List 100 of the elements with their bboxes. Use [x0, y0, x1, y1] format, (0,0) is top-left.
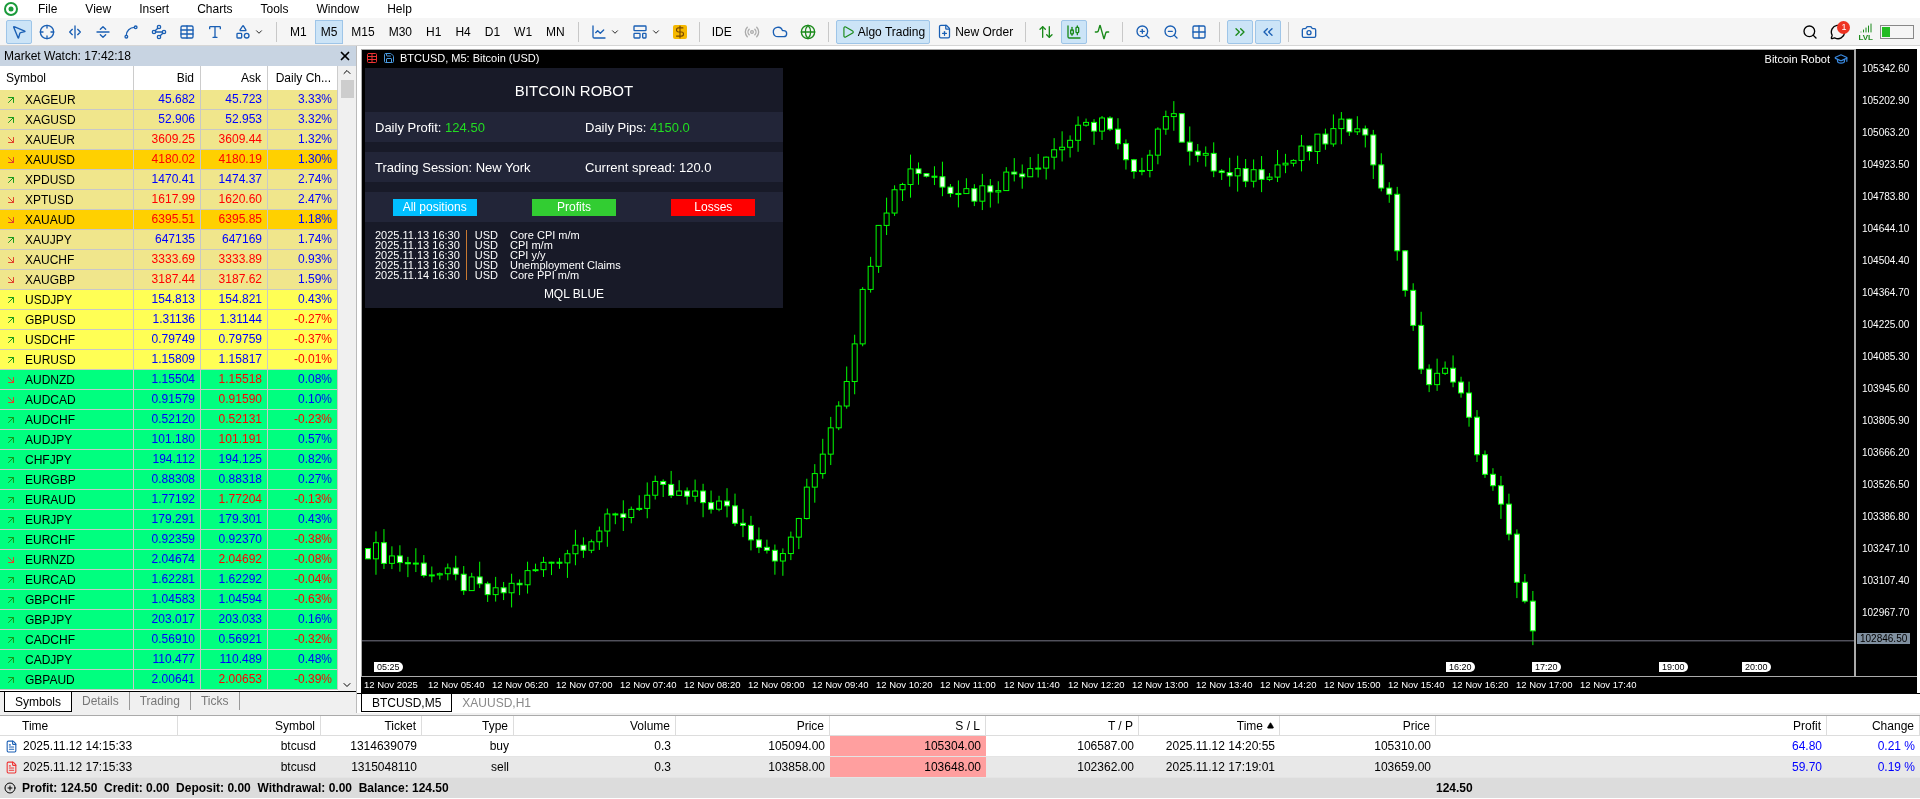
symbol-row[interactable]: XPTUSD 1617.99 1620.60 2.47%: [0, 190, 338, 210]
symbol-row[interactable]: XAGEUR 45.682 45.723 3.33%: [0, 90, 338, 110]
symbol-row[interactable]: XAUCHF 3333.69 3333.89 0.93%: [0, 250, 338, 270]
menu-item[interactable]: View: [71, 0, 126, 18]
news-event: CPI y/y: [510, 250, 547, 260]
menu-item[interactable]: Tools: [246, 0, 303, 18]
ask-price: 1.04594: [201, 590, 268, 609]
panel-tab[interactable]: Ticks: [190, 692, 240, 710]
symbol-name: XAUGBP: [25, 272, 75, 287]
news-event: Core CPI m/m: [510, 230, 581, 240]
new-order-button[interactable]: New Order: [932, 19, 1019, 44]
symbol-row[interactable]: EURNZD 2.04674 2.04692 -0.08%: [0, 550, 338, 570]
chart-tab[interactable]: BTCUSD,M5: [361, 694, 453, 712]
symbol-row[interactable]: XAUGBP 3187.44 3187.62 1.59%: [0, 270, 338, 290]
algo-trading-button[interactable]: Algo Trading: [835, 19, 931, 44]
news-currency: USD: [473, 230, 500, 240]
bid-price: 1.15809: [134, 350, 201, 369]
menu-item[interactable]: Charts: [183, 0, 247, 18]
symbol-name: XAGUSD: [25, 112, 76, 127]
signal-tool[interactable]: LVL: [1853, 19, 1878, 44]
menu-item[interactable]: Help: [373, 0, 426, 18]
trade-row[interactable]: 2025.11.12 17:15:33 btcusd 1315048110 sell 0.3 103858.00 103648.00 102362.00 2025.11.12 17:19:01 103659.00 59.70 0.19 %: [0, 757, 1920, 778]
symbol-row[interactable]: EURGBP 0.88308 0.88318 0.27%: [0, 470, 338, 490]
bid-price: 3609.25: [134, 130, 201, 149]
symbol-row[interactable]: EURUSD 1.15809 1.15817 -0.01%: [0, 350, 338, 370]
symbol-row[interactable]: XAUEUR 3609.25 3609.44 1.32%: [0, 130, 338, 150]
messages-tool[interactable]: 1: [1825, 19, 1852, 44]
timeframe-button[interactable]: M15: [345, 19, 381, 44]
symbol-row[interactable]: CHFJPY 194.112 194.125 0.82%: [0, 450, 338, 470]
price-label: 105342.60: [1861, 62, 1911, 76]
symbol-row[interactable]: AUDNZD 1.15504 1.15518 0.08%: [0, 370, 338, 390]
plus-circle-icon: [4, 782, 16, 794]
menu-item[interactable]: File: [24, 0, 72, 18]
ask-price: 647169: [201, 230, 268, 249]
symbol-row[interactable]: EURJPY 179.291 179.301 0.43%: [0, 510, 338, 530]
panel-tab[interactable]: Details: [72, 692, 130, 710]
symbol-name: CADJPY: [25, 652, 73, 667]
ide-button[interactable]: IDE: [706, 19, 737, 44]
symbol-row[interactable]: XAUAUD 6395.51 6395.85 1.18%: [0, 210, 338, 230]
chat-icon: [1830, 23, 1847, 40]
timeframe-button[interactable]: MN: [540, 19, 571, 44]
symbol-row[interactable]: GBPJPY 203.017 203.033 0.16%: [0, 610, 338, 630]
price-label: 105202.90: [1861, 94, 1911, 108]
symbol-row[interactable]: USDCHF 0.79749 0.79759 -0.37%: [0, 330, 338, 350]
panel-tab[interactable]: Trading: [129, 692, 191, 710]
price-label: 104783.80: [1861, 190, 1911, 204]
menu-item[interactable]: Insert: [125, 0, 184, 18]
candlestick-icon: [1066, 23, 1083, 40]
symbol-row[interactable]: AUDJPY 101.180 101.191 0.57%: [0, 430, 338, 450]
vertical-line-icon: [67, 23, 83, 40]
symbol-row[interactable]: GBPCHF 1.04583 1.04594 -0.63%: [0, 590, 338, 610]
symbol-name: AUDCHF: [25, 412, 75, 427]
symbol-row[interactable]: EURAUD 1.77192 1.77204 -0.13%: [0, 490, 338, 510]
symbol-row[interactable]: GBPAUD 2.00641 2.00653 -0.39%: [0, 670, 338, 690]
cursor-tool[interactable]: [6, 19, 32, 44]
filter-button[interactable]: Losses: [671, 198, 756, 216]
panel-tab[interactable]: Symbols: [4, 692, 72, 712]
bid-price: 4180.02: [134, 150, 201, 169]
symbol-row[interactable]: EURCAD 1.62281 1.62292 -0.04%: [0, 570, 338, 590]
timeframe-button[interactable]: M30: [382, 19, 419, 44]
trading-session: Trading Session: New York: [375, 159, 532, 175]
timeframe-button[interactable]: D1: [478, 19, 507, 44]
chart-shift-tool[interactable]: [1227, 19, 1254, 44]
timeframe-button[interactable]: W1: [508, 19, 539, 44]
symbol-name: XAUAUD: [25, 212, 75, 227]
autoscroll-tool[interactable]: [1255, 19, 1282, 44]
time-label: 12 Nov 16:20: [1451, 678, 1510, 692]
bid-price: 0.92359: [134, 530, 201, 549]
panel-heading: BITCOIN ROBOT: [514, 81, 634, 99]
symbol-row[interactable]: XAGUSD 52.906 52.953 3.32%: [0, 110, 338, 130]
total-profit: 124.50: [1436, 781, 1474, 795]
symbol-row[interactable]: XPDUSD 1470.41 1474.37 2.74%: [0, 170, 338, 190]
timeframe-button[interactable]: M5: [314, 19, 344, 44]
chart-tab[interactable]: XAUUSD,H1: [452, 694, 542, 712]
symbol-row[interactable]: CADJPY 110.477 110.489 0.48%: [0, 650, 338, 670]
candlesticks-tool[interactable]: [1061, 19, 1088, 44]
bid-price: 1.62281: [134, 570, 201, 589]
bid-price: 203.017: [134, 610, 201, 629]
bid-price: 0.52120: [134, 410, 201, 429]
symbol-row[interactable]: XAUUSD 4180.02 4180.19 1.30%: [0, 150, 338, 170]
time-marker: 17:20: [1532, 662, 1561, 672]
ask-price: 2.04692: [201, 550, 268, 569]
timeframe-button[interactable]: M1: [284, 19, 313, 44]
trade-row[interactable]: 2025.11.12 14:15:33 btcusd 1314639079 buy 0.3 105094.00 105304.00 106587.00 2025.11.12 14:20:55 105310.00 64.80 0.21 %: [0, 736, 1920, 757]
symbol-name: CHFJPY: [25, 452, 72, 467]
time-label: 12 Nov 15:00: [1323, 678, 1382, 692]
menu-item[interactable]: Window: [302, 0, 374, 18]
timeframe-button[interactable]: H4: [449, 19, 477, 44]
symbol-row[interactable]: CADCHF 0.56910 0.56921 -0.32%: [0, 630, 338, 650]
symbol-row[interactable]: USDJPY 154.813 154.821 0.43%: [0, 290, 338, 310]
symbol-row[interactable]: EURCHF 0.92359 0.92370 -0.38%: [0, 530, 338, 550]
symbol-row[interactable]: XAUJPY 647135 647169 1.74%: [0, 230, 338, 250]
symbol-row[interactable]: GBPUSD 1.31136 1.31144 -0.27%: [0, 310, 338, 330]
scrollbar-thumb[interactable]: [340, 80, 354, 98]
symbol-row[interactable]: AUDCHF 0.52120 0.52131 -0.23%: [0, 410, 338, 430]
ask-price: 0.56921: [201, 630, 268, 649]
timeframe-button[interactable]: H1: [420, 19, 448, 44]
symbol-row[interactable]: AUDCAD 0.91579 0.91590 0.10%: [0, 390, 338, 410]
symbol-name: GBPJPY: [25, 612, 73, 627]
ask-price: 52.953: [201, 110, 268, 129]
